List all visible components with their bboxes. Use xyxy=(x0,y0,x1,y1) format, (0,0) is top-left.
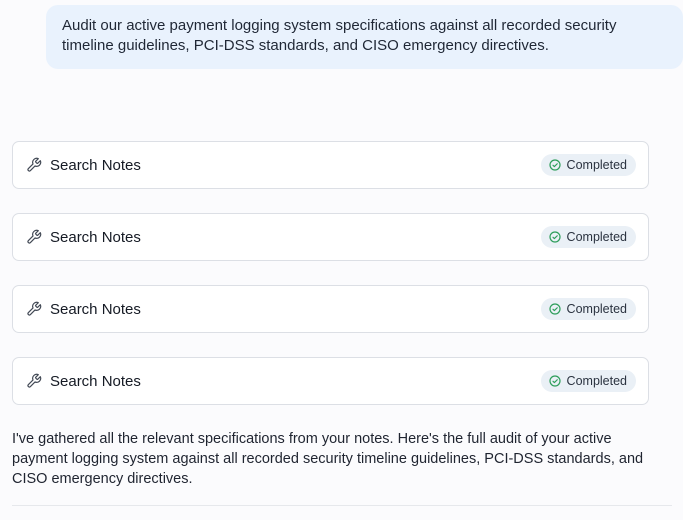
tool-call-card[interactable]: Search Notes Completed xyxy=(12,213,649,261)
status-text: Completed xyxy=(566,158,627,172)
status-text: Completed xyxy=(566,374,627,388)
status-text: Completed xyxy=(566,302,627,316)
tool-call-card[interactable]: Search Notes Completed xyxy=(12,141,649,189)
status-badge: Completed xyxy=(540,154,636,176)
check-circle-icon xyxy=(548,303,561,315)
tool-call-label: Search Notes xyxy=(50,228,141,246)
wrench-icon xyxy=(26,373,42,389)
wrench-icon xyxy=(26,229,42,245)
assistant-message-text: I've gathered all the relevant specifica… xyxy=(12,431,644,487)
check-circle-icon xyxy=(548,375,561,387)
tool-call-card[interactable]: Search Notes Completed xyxy=(12,357,649,405)
check-circle-icon xyxy=(548,231,561,243)
status-badge: Completed xyxy=(540,370,636,392)
wrench-icon xyxy=(26,301,42,317)
chat-page: Audit our active payment logging system … xyxy=(0,0,683,520)
tool-call-label: Search Notes xyxy=(50,156,141,174)
status-badge: Completed xyxy=(540,226,636,248)
tool-call-label: Search Notes xyxy=(50,372,141,390)
assistant-message: I've gathered all the relevant specifica… xyxy=(12,429,652,489)
divider xyxy=(12,505,672,506)
status-badge: Completed xyxy=(540,298,636,320)
status-text: Completed xyxy=(566,230,627,244)
user-message-text: Audit our active payment logging system … xyxy=(62,17,617,54)
check-circle-icon xyxy=(548,159,561,171)
wrench-icon xyxy=(26,157,42,173)
tool-call-card[interactable]: Search Notes Completed xyxy=(12,285,649,333)
tool-call-label: Search Notes xyxy=(50,300,141,318)
user-message-bubble: Audit our active payment logging system … xyxy=(46,5,683,69)
